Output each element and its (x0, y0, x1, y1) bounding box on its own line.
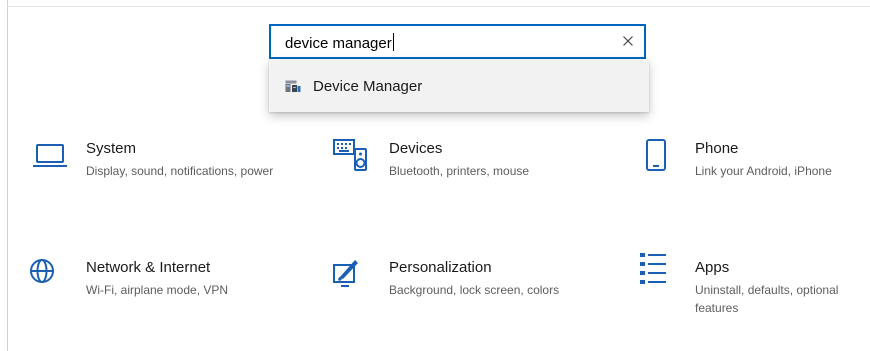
keyboard-speaker-icon (333, 139, 367, 171)
globe-icon (30, 259, 54, 283)
category-title: Phone (695, 140, 739, 157)
clear-search-button[interactable] (620, 33, 636, 49)
window-top-border (7, 6, 870, 7)
laptop-icon (33, 144, 67, 167)
apps-list-icon (640, 253, 666, 284)
search-input[interactable]: device manager (285, 33, 394, 52)
phone-icon (646, 139, 666, 171)
search-input-value: device manager (285, 35, 392, 52)
category-title: System (86, 140, 137, 157)
category-phone[interactable]: Phone Link your Android, iPhone (639, 139, 870, 209)
category-description: Display, sound, notifications, power (86, 164, 274, 178)
category-description: Background, lock screen, colors (389, 283, 560, 297)
category-network-internet[interactable]: Network & Internet Wi-Fi, airplane mode,… (30, 258, 270, 328)
text-caret (392, 33, 394, 51)
category-apps[interactable]: Apps Uninstall, defaults, optional featu… (639, 251, 870, 321)
category-title: Apps (695, 259, 730, 276)
category-description: Link your Android, iPhone (695, 164, 832, 178)
search-suggestions: Device Manager (269, 60, 649, 112)
category-description: Bluetooth, printers, mouse (389, 164, 530, 178)
category-title: Devices (389, 140, 443, 157)
category-description: Wi-Fi, airplane mode, VPN (86, 283, 229, 297)
settings-window: device manager Device Manager System Dis… (0, 0, 870, 351)
suggestion-label: Device Manager (313, 78, 423, 95)
category-title: Network & Internet (86, 259, 211, 276)
category-title: Personalization (389, 259, 492, 276)
paint-brush-icon (333, 260, 358, 287)
device-manager-icon (285, 80, 301, 92)
window-left-border (7, 0, 8, 351)
category-personalization[interactable]: Personalization Background, lock screen,… (333, 258, 573, 328)
search-box[interactable]: device manager (269, 24, 646, 59)
category-devices[interactable]: Devices Bluetooth, printers, mouse (333, 139, 573, 209)
category-description: Uninstall, defaults, optional features (695, 283, 839, 315)
close-icon (623, 36, 633, 46)
category-system[interactable]: System Display, sound, notifications, po… (30, 139, 273, 209)
suggestion-device-manager[interactable]: Device Manager (269, 60, 649, 112)
